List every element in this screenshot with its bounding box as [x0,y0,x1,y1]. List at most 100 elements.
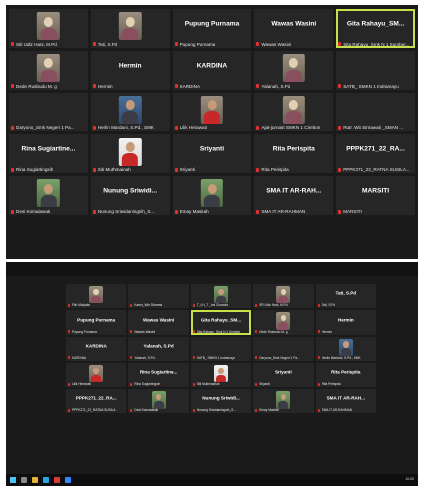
participant-tile[interactable]: MARSITI MARSITI [336,176,415,216]
participant-tile[interactable]: SMA IT AR-RAH... SMA IT AR-RAHMAN [254,176,334,216]
muted-mic-icon [317,408,320,412]
participant-name-large: Pupung Purnama [77,317,116,322]
participant-tile[interactable]: SMA IT AR-RAH... SMA IT AR-RAHMAN [315,389,376,414]
participant-caption: Yalanah, S.Pd [256,84,331,89]
participant-tile[interactable]: Rita Perispita Rita Perispita [254,134,334,174]
participant-caption: PPPK271_22_RATNA SUSILA... [338,167,413,172]
participant-tile[interactable]: PPPK271_22_RA... PPPK271_22_RATNA SUSILA.… [336,134,415,174]
participant-name: Hermin [97,83,113,89]
participant-tile[interactable]: Sriyanti Sriyanti [253,362,314,388]
participant-tile[interactable]: SATB_ SMKN 1 Indramayu [190,336,252,361]
participant-tile[interactable]: Siti Muthmainah [90,134,170,174]
participant-tile[interactable]: Rutr. Wit Sirnawati _SMAN ... [336,92,415,132]
participant-tile[interactable]: Gita Rahayu_SM... Sita Rahayu_Smk N 1 Sum… [336,9,415,48]
muted-mic-icon [174,42,178,47]
participant-tile[interactable]: Fitri Mulyatin [66,284,127,309]
participant-tile[interactable]: Pupung Purnama Pupung Purnama [66,310,127,335]
participant-tile[interactable]: KARDINA KARDINA [66,336,127,361]
muted-mic-icon [92,84,96,89]
participant-tile[interactable]: Emay Masitah [172,176,252,216]
participant-name: Tati, S.Pd [97,41,118,47]
participant-tile[interactable]: Herlin Mardani, S.Pd., SMK [315,336,376,361]
clock: 10:02 [405,477,414,482]
participant-name-large: Hermin [118,62,142,70]
participant-name-large: PPPK271_22_RA... [346,145,405,153]
participant-tile[interactable]: Siti Udiz Hani, M.Pd [9,9,88,48]
participant-tile[interactable]: Wawas Wasini Wawas Wasini [254,9,334,48]
search-icon[interactable] [21,477,27,483]
muted-mic-icon [338,42,342,47]
participant-tile[interactable]: Dede Rusbudu M. g [9,50,88,90]
participant-tile[interactable]: Emay Masitah [253,389,314,414]
participant-tile[interactable]: Gita Rahayu_SM... Sita Rahayu_Smk N 1 Sum… [190,310,252,335]
participant-name: Emay Masitah [259,408,280,413]
participant-tile[interactable]: Dede Rusbudu M. g [253,310,314,335]
muted-mic-icon [256,167,260,172]
participant-name: SMA IT AR-RAHMAN [321,408,352,413]
participant-video [200,179,224,208]
participant-video [276,391,291,409]
participant-tile[interactable]: Kamu_Win Dharma [128,284,189,309]
participant-caption: MARSITI [338,209,413,214]
participant-name: SATB_ SMKN 1 Indramayu [196,355,236,360]
participant-tile[interactable]: Yalanah, S.Pd Yalanah, S.Pd [128,336,189,361]
participant-tile[interactable]: Rita Perispita Rita Perispita [315,362,376,388]
participant-tile[interactable]: Daryono_Smk Negeri 1 Pa... [9,92,88,132]
participant-name: Siti Muthmainah [196,382,220,387]
participant-tile[interactable]: Yalanah, S.Pd [254,50,334,90]
participant-name: Herlin Mardani, S.Pd., SMK [97,125,154,131]
participant-tile[interactable]: Lilik Herawati [66,362,127,388]
participant-tile[interactable]: Herlin Mardani, S.Pd., SMK [90,92,170,132]
participant-name-large: SMA IT AR-RAH... [266,187,322,195]
participant-name: Daryono_Smk Negeri 1 Pa... [16,125,75,131]
participant-tile[interactable]: Siti Muthmainah [190,362,252,388]
participant-tile[interactable]: SATB_ SMKN 1 Indramayu [336,50,415,90]
participant-tile[interactable]: PPPK271_22_RA... PPPK271_22_RATNA SUSILA [66,389,127,414]
participant-name: Sita Rahayu_Smk N 1 Sumber [196,329,241,334]
participant-caption: Pupung Purnama [174,42,250,47]
participant-tile[interactable]: Rina Sugiartine... Rina Sugiartingsih [128,362,189,388]
participant-name-large: Sriyanti [274,369,292,375]
participant-tile[interactable]: Sriyanti Sriyanti [172,134,252,174]
muted-mic-icon [255,303,258,307]
participant-tile[interactable]: Wawas Wasini Wawas Wasini [128,310,189,335]
muted-mic-icon [68,382,70,386]
participant-tile[interactable]: T_LH_T _Imi Chandra [190,284,252,309]
participant-name: Dede Rusbudu M. g [259,329,288,334]
muted-mic-icon [174,209,178,214]
participant-tile[interactable]: Tati, S.Pd [90,9,170,48]
windows-start-icon[interactable] [10,477,16,483]
participant-tile[interactable]: KARDINA KARDINA [172,50,252,90]
participant-name: Rutr. Wit Sirnawati _SMAN ... [343,125,404,131]
participant-tile[interactable]: Nunung Sriwidi... Nunung Sriwidaningsih_S… [90,176,170,216]
participant-caption: SMA IT AR-RAHMAN [317,408,374,413]
zoom-app-icon[interactable] [65,477,71,483]
participant-tile[interactable]: Rina Sugiartine... Rina Sugiartingsih [9,134,88,174]
chrome-icon[interactable] [54,477,60,483]
participant-caption: Siti Muthmainah [92,167,168,172]
folder-icon[interactable] [32,477,38,483]
participant-tile[interactable]: Daryono_Smk Negeri 1 Pa... [253,336,314,361]
participant-caption: Emay Masitah [255,408,311,412]
participant-name-large: Wawas Wasini [142,317,175,322]
edge-icon[interactable] [43,477,49,483]
participant-tile[interactable]: Pupung Purnama Pupung Purnama [172,9,252,48]
participant-name: SMA IT AR-RAHMAN [261,209,306,215]
windows-taskbar: 10:02 [6,474,418,486]
participant-caption: Yalanah, S.Pd [130,356,186,360]
participant-name-large: KARDINA [85,343,107,349]
muted-mic-icon [317,382,320,386]
participant-tile[interactable]: Lilik Herawati [172,92,252,132]
participant-tile[interactable]: Desi Komalawati [128,389,189,414]
participant-name: PPPK271_22_RATNA SUSILA [72,408,116,413]
participant-tile[interactable]: Nunung Sriwidi... Nunung Sriwidaningsih_S… [190,389,252,414]
muted-mic-icon [192,408,195,412]
participant-tile[interactable]: Hermin Hermin [90,50,170,90]
participant-caption: Rita Perispita [317,382,374,386]
participant-tile[interactable]: Ajat-jurnast SMKN 1 Cirebon [254,92,334,132]
participant-name: Fitri Mulyatin [72,303,91,308]
participant-tile[interactable]: Tati, S.Pd Tati, S.Pd [315,284,376,309]
participant-tile[interactable]: Desi Komalawati [9,176,88,216]
participant-tile[interactable]: SR Udiz Hani, M.Pd [253,284,314,309]
participant-tile[interactable]: Hermin Hermin [315,310,376,335]
